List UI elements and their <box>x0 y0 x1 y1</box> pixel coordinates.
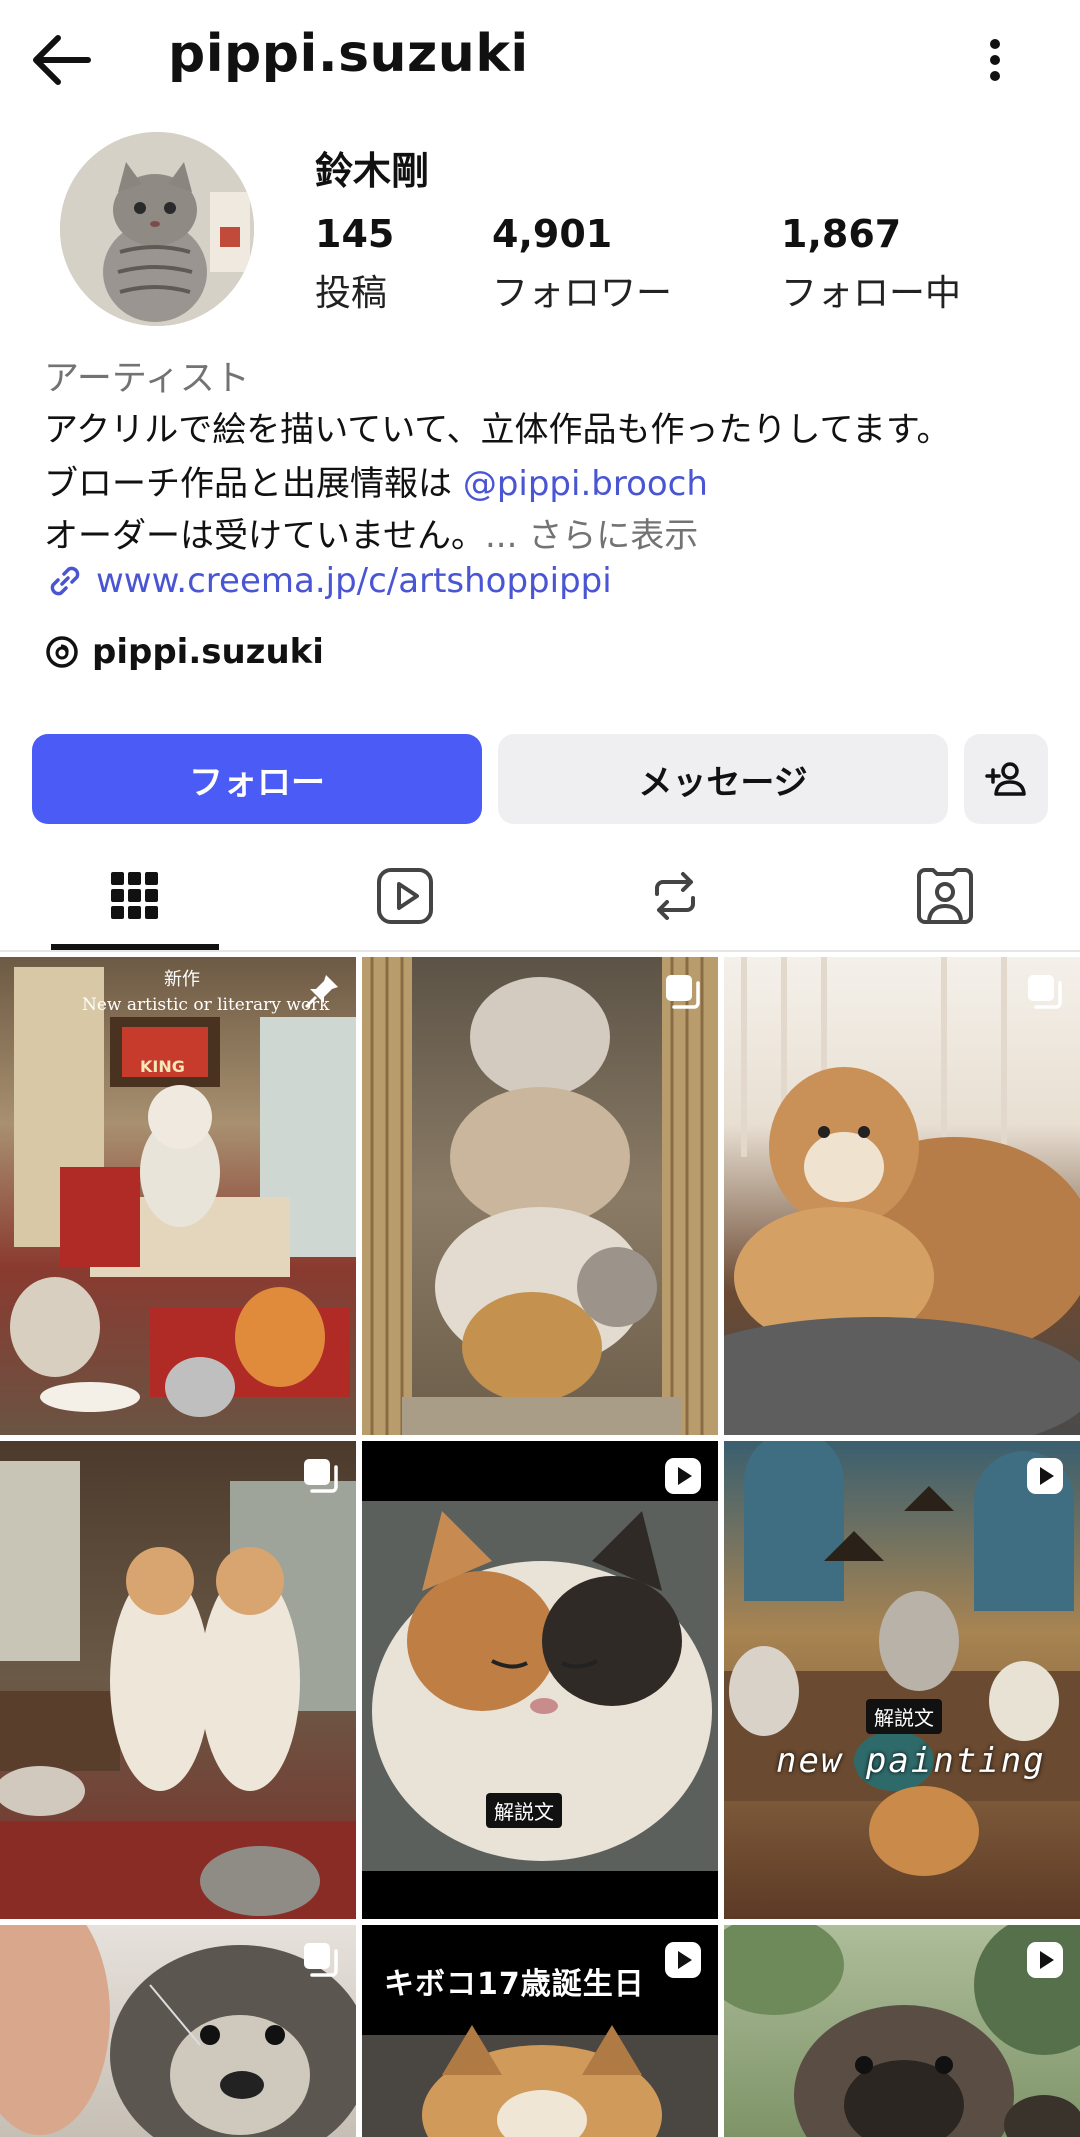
post-tile[interactable] <box>0 1441 356 1919</box>
post-label: 解説文 <box>486 1793 562 1828</box>
tab-tagged[interactable] <box>810 842 1080 950</box>
tab-reposts[interactable] <box>540 842 810 950</box>
reel-icon <box>665 1942 701 1978</box>
carousel-icon <box>304 1459 338 1493</box>
stat-posts-count: 145 <box>315 212 395 256</box>
post-thumbnail <box>724 1441 1080 1876</box>
post-tile[interactable] <box>724 957 1080 1435</box>
stat-following-label: フォロー中 <box>781 273 962 314</box>
post-tile[interactable]: キボコ17歳誕生日 <box>362 1925 718 2137</box>
stat-followers-count: 4,901 <box>492 212 613 256</box>
profile-category: アーティスト <box>44 359 250 399</box>
bio-line-1: アクリルで絵を描いていて、立体作品も作ったりしてます。 <box>44 410 951 450</box>
stat-followers-label: フォロワー <box>492 273 673 314</box>
grid-icon <box>111 872 158 919</box>
more-vertical-icon[interactable] <box>975 30 1015 90</box>
cat-avatar-icon <box>60 132 254 326</box>
external-link[interactable]: www.creema.jp/c/artshoppippi <box>44 560 612 602</box>
post-thumbnail <box>0 1461 356 1919</box>
threads-icon <box>46 636 78 668</box>
bio-line-2-text: ブローチ作品と出展情報は <box>44 464 463 504</box>
message-button-label: メッセージ <box>638 762 808 803</box>
stat-followers[interactable]: 4,901 フォロワー <box>492 212 672 316</box>
bio-mention-link[interactable]: @pippi.brooch <box>463 464 708 504</box>
tab-reels[interactable] <box>270 842 540 950</box>
carousel-icon <box>666 975 700 1009</box>
add-person-icon <box>985 762 1026 796</box>
profile-tabs <box>0 842 1080 952</box>
post-thumbnail <box>10 967 356 1417</box>
post-thumbnail <box>362 957 718 1435</box>
post-tile[interactable]: 解説文 <box>362 1441 718 1919</box>
follow-button-label: フォロー <box>189 762 325 803</box>
stat-posts-label: 投稿 <box>315 273 388 314</box>
reels-icon <box>377 868 433 924</box>
show-more-link[interactable]: ... さらに表示 <box>485 516 698 556</box>
posts-grid: 新作 New artistic or literary work KING 解説… <box>0 955 1080 2137</box>
reel-icon <box>1027 1942 1063 1978</box>
post-thumbnail <box>724 957 1080 1435</box>
stat-posts[interactable]: 145 投稿 <box>315 212 394 316</box>
repost-icon <box>655 872 695 920</box>
link-icon <box>50 566 80 596</box>
post-overlay-text: キボコ17歳誕生日 <box>384 1967 645 2002</box>
top-bar: pippi.suzuki <box>0 0 1080 120</box>
profile-username: pippi.suzuki <box>168 24 529 84</box>
post-tile[interactable]: 解説文 new painting <box>724 1441 1080 1919</box>
tagged-person-icon <box>917 868 973 924</box>
post-overlay-text: new painting <box>776 1741 1046 1781</box>
post-tile[interactable]: 新作 New artistic or literary work KING <box>0 957 356 1435</box>
bio-line-3: オーダーは受けていません。... さらに表示 <box>44 508 698 557</box>
post-caption-title: 新作 <box>164 969 200 990</box>
external-link-text: www.creema.jp/c/artshoppippi <box>96 561 612 601</box>
bio-line-2: ブローチ作品と出展情報は @pippi.brooch <box>44 456 708 505</box>
reel-icon <box>1027 1458 1063 1494</box>
post-tile[interactable] <box>0 1925 356 2137</box>
follow-button[interactable]: フォロー <box>32 734 482 824</box>
avatar[interactable] <box>60 132 254 326</box>
bio-line-3-text: オーダーは受けていません。 <box>44 516 485 556</box>
display-name: 鈴木剛 <box>315 149 430 193</box>
post-tile[interactable] <box>362 957 718 1435</box>
post-caption-subtitle: New artistic or literary work <box>82 995 330 1015</box>
post-sign-text: KING <box>140 1057 185 1076</box>
active-tab-indicator <box>51 944 219 950</box>
pin-icon <box>304 975 338 1009</box>
arrow-left-icon[interactable] <box>28 30 98 90</box>
post-tile[interactable] <box>724 1925 1080 2137</box>
post-thumbnail <box>362 1501 718 1871</box>
threads-handle: pippi.suzuki <box>92 632 324 672</box>
threads-badge[interactable]: pippi.suzuki <box>44 632 324 672</box>
message-button[interactable]: メッセージ <box>498 734 948 824</box>
post-label: 解説文 <box>866 1699 942 1734</box>
stat-following-count: 1,867 <box>781 212 902 256</box>
suggest-user-button[interactable] <box>964 734 1048 824</box>
reel-icon <box>665 1458 701 1494</box>
stat-following[interactable]: 1,867 フォロー中 <box>781 212 961 316</box>
carousel-icon <box>304 1943 338 1977</box>
tab-posts[interactable] <box>0 842 270 950</box>
carousel-icon <box>1028 975 1062 1009</box>
